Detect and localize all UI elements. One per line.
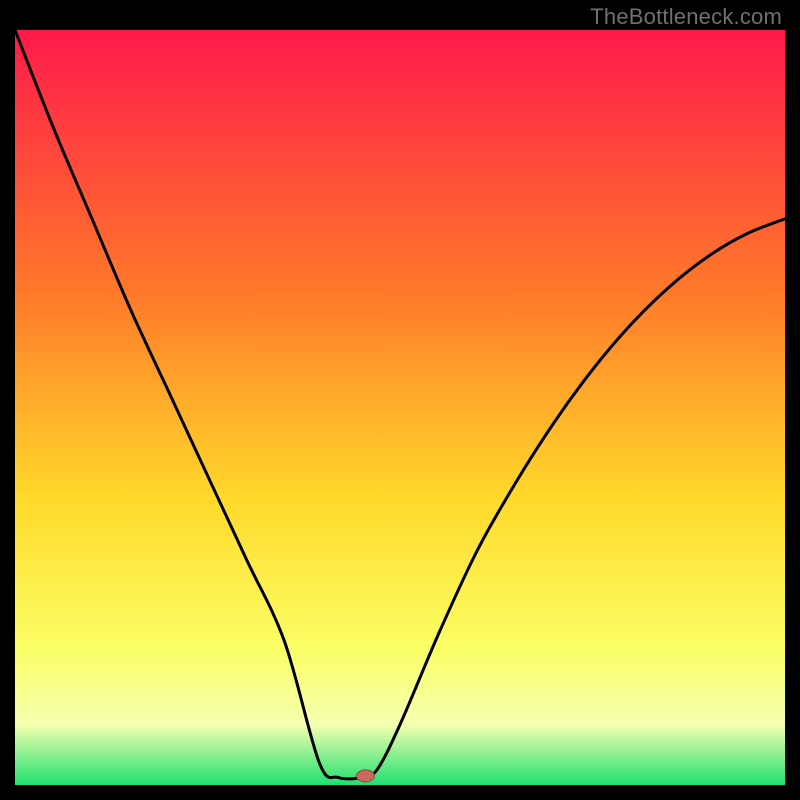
chart-svg xyxy=(15,30,785,785)
gradient-bg xyxy=(15,30,785,785)
chart-frame: TheBottleneck.com xyxy=(0,0,800,800)
watermark-text: TheBottleneck.com xyxy=(590,4,782,30)
plot-area xyxy=(15,30,785,785)
optimal-marker xyxy=(356,770,374,782)
